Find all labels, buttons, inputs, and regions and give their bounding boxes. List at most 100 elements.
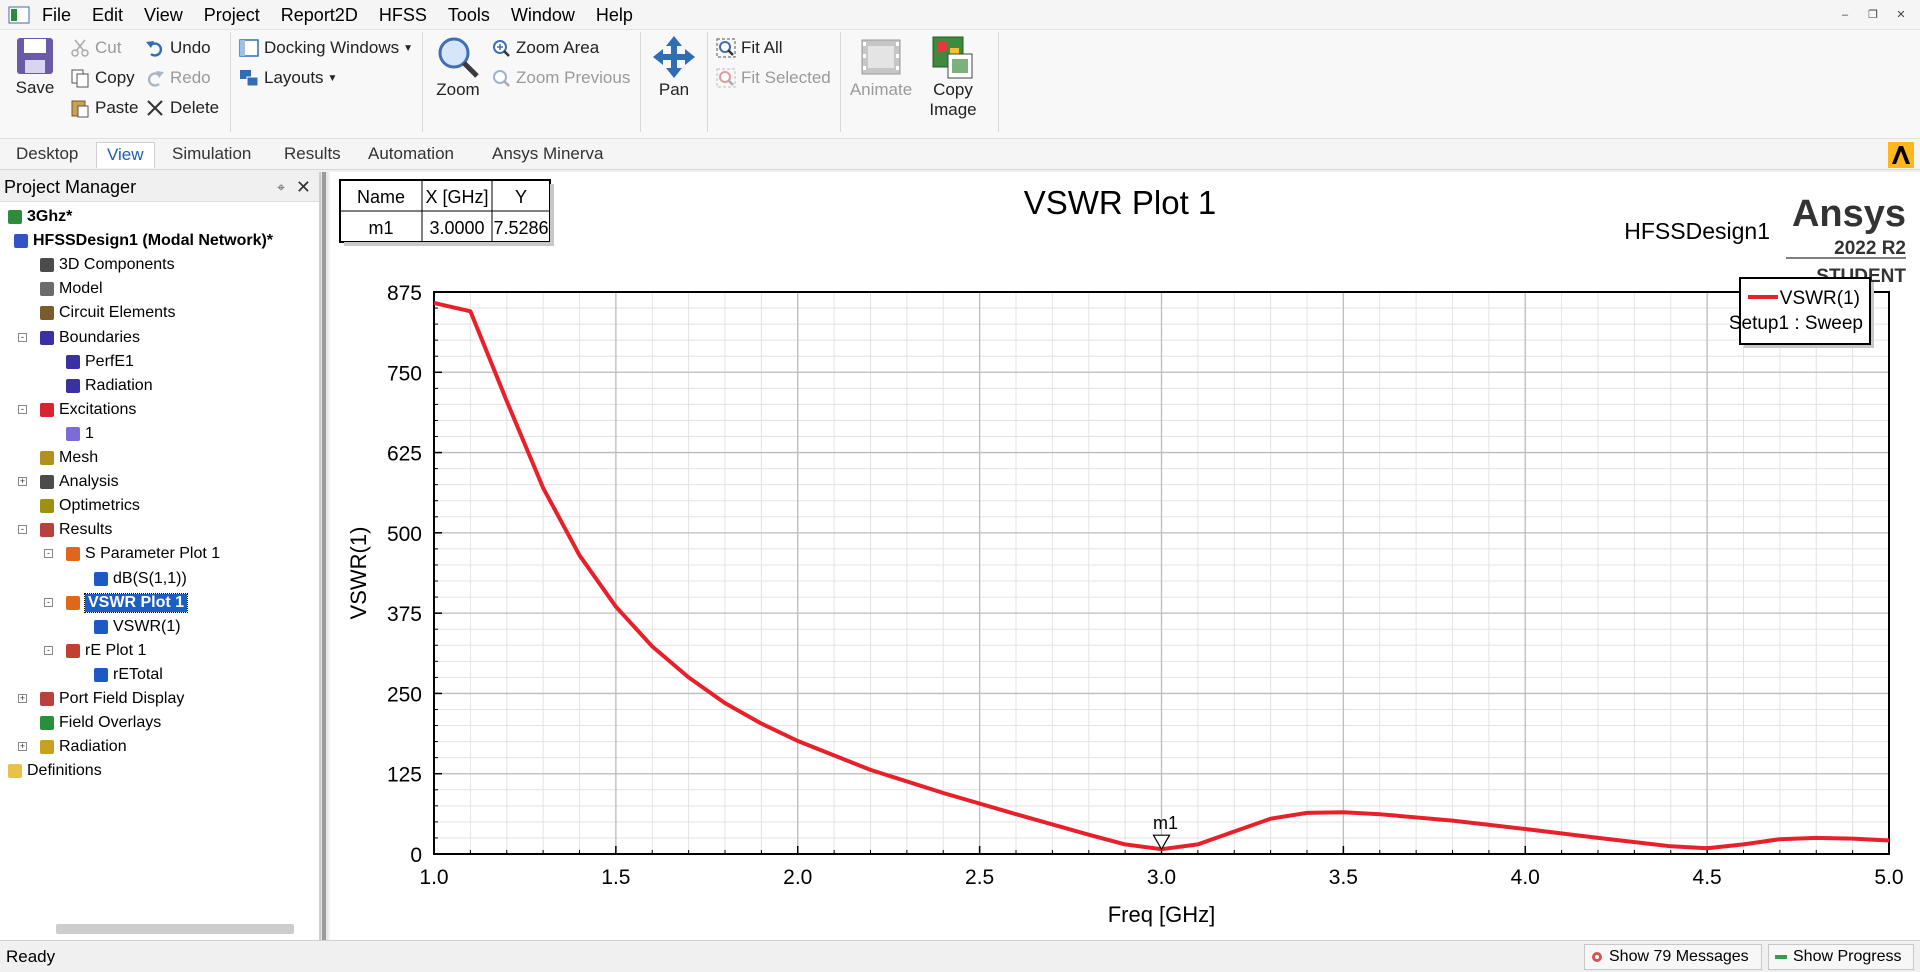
- tree-item[interactable]: Radiation: [40, 736, 127, 758]
- tree-item[interactable]: PerfE1: [66, 351, 134, 373]
- tab-results[interactable]: Results: [274, 142, 351, 168]
- pan-button[interactable]: Pan: [648, 34, 700, 100]
- close-window-button[interactable]: ✕: [1890, 5, 1912, 27]
- tree-item[interactable]: Model: [40, 278, 103, 300]
- menu-hfss[interactable]: HFSS: [379, 5, 427, 26]
- tree-item[interactable]: Results: [40, 519, 112, 541]
- save-button[interactable]: Save: [10, 34, 60, 98]
- tree-item[interactable]: S Parameter Plot 1: [66, 543, 220, 565]
- minimize-button[interactable]: –: [1834, 5, 1856, 27]
- paste-button[interactable]: Paste: [70, 96, 138, 120]
- ribbon-separator: [422, 32, 423, 132]
- x-tick-label: 1.5: [601, 866, 630, 889]
- close-icon[interactable]: ✕: [296, 172, 311, 202]
- undo-button[interactable]: Undo: [145, 36, 211, 60]
- horizontal-scrollbar[interactable]: [56, 924, 294, 934]
- x-tick-label: 3.0: [1147, 866, 1176, 889]
- delete-icon: [145, 98, 165, 118]
- splitter-handle[interactable]: [322, 172, 326, 940]
- vswr-chart[interactable]: Name X [GHz] Y m1 3.0000 7.5286 VSWR Plo…: [330, 172, 1920, 940]
- tree-node-icon: [40, 402, 54, 417]
- tree-item[interactable]: Excitations: [40, 399, 136, 421]
- tab-automation[interactable]: Automation: [358, 142, 464, 168]
- tree-item-label: Radiation: [59, 738, 127, 756]
- chart-legend[interactable]: VSWR(1) Setup1 : Sweep: [1729, 277, 1874, 348]
- fit-selected-button[interactable]: Fit Selected: [716, 66, 831, 90]
- expand-toggle-icon[interactable]: +: [18, 694, 27, 703]
- delete-button[interactable]: Delete: [145, 96, 219, 120]
- collapse-toggle-icon[interactable]: -: [44, 597, 53, 607]
- menu-project[interactable]: Project: [204, 5, 260, 26]
- menu-tools[interactable]: Tools: [448, 5, 490, 26]
- menu-file[interactable]: File: [42, 5, 71, 26]
- tree-item[interactable]: HFSSDesign1 (Modal Network)*: [14, 230, 273, 252]
- tree-item[interactable]: Analysis: [40, 471, 119, 493]
- show-progress-button[interactable]: Show Progress: [1768, 944, 1914, 970]
- tab-desktop[interactable]: Desktop: [6, 142, 88, 168]
- fit-all-icon: [716, 38, 736, 58]
- tab-ansys-minerva[interactable]: Ansys Minerva: [482, 142, 613, 168]
- tree-item[interactable]: Definitions: [8, 760, 102, 782]
- zoom-area-icon: [491, 38, 511, 58]
- collapse-toggle-icon[interactable]: -: [18, 525, 27, 535]
- animate-button[interactable]: Animate: [846, 34, 916, 100]
- tree-item[interactable]: VSWR Plot 1: [66, 592, 189, 614]
- menu-bar: File Edit View Project Report2D HFSS Too…: [0, 0, 1920, 30]
- menu-view[interactable]: View: [144, 5, 183, 26]
- docking-windows-button[interactable]: Docking Windows ▼: [239, 36, 413, 60]
- redo-button[interactable]: Redo: [145, 66, 211, 90]
- tree-item[interactable]: 1: [66, 423, 94, 445]
- tree-item[interactable]: Mesh: [40, 447, 98, 469]
- chart-marker[interactable]: m1: [1152, 813, 1178, 851]
- fit-all-button[interactable]: Fit All: [716, 36, 783, 60]
- tree-item[interactable]: Radiation: [66, 375, 153, 397]
- tree-item[interactable]: Field Overlays: [40, 712, 161, 734]
- tree-item-label: rETotal: [113, 665, 163, 683]
- undo-icon: [145, 38, 165, 58]
- x-tick-label: 4.5: [1693, 866, 1722, 889]
- tree-node-icon: [40, 523, 54, 538]
- menu-report2d[interactable]: Report2D: [281, 5, 358, 26]
- collapse-toggle-icon[interactable]: -: [44, 549, 53, 559]
- expand-toggle-icon[interactable]: +: [18, 477, 27, 487]
- menu-window[interactable]: Window: [511, 5, 575, 26]
- tree-item[interactable]: Port Field Display: [40, 688, 184, 710]
- zoom-previous-button[interactable]: Zoom Previous: [491, 66, 630, 90]
- restore-button[interactable]: ❐: [1862, 5, 1884, 27]
- tree-node-icon: [40, 306, 54, 321]
- pin-icon[interactable]: ⌖: [277, 172, 285, 202]
- tree-item-label: rE Plot 1: [85, 641, 147, 659]
- tab-simulation[interactable]: Simulation: [162, 142, 261, 168]
- tree-item[interactable]: rETotal: [94, 664, 163, 686]
- tree-item[interactable]: dB(S(1,1)): [94, 568, 187, 590]
- pan-arrows-icon: [653, 36, 695, 78]
- tree-item[interactable]: rE Plot 1: [66, 640, 146, 662]
- tree-item[interactable]: VSWR(1): [94, 616, 181, 638]
- collapse-toggle-icon[interactable]: -: [18, 404, 27, 414]
- copy-image-button[interactable]: Copy Image: [920, 34, 986, 120]
- tree-item[interactable]: Boundaries: [40, 327, 140, 349]
- expand-toggle-icon[interactable]: +: [18, 742, 27, 752]
- tree-item[interactable]: Circuit Elements: [40, 302, 175, 324]
- zoom-previous-icon: [491, 68, 511, 88]
- tab-view[interactable]: View: [96, 142, 155, 168]
- copy-button[interactable]: Copy: [70, 66, 135, 90]
- menu-edit[interactable]: Edit: [92, 5, 123, 26]
- zoom-button[interactable]: Zoom: [430, 34, 486, 100]
- tree-item-label: Radiation: [85, 376, 153, 394]
- ribbon-separator: [707, 32, 708, 132]
- tree-item[interactable]: 3Ghz*: [8, 206, 72, 228]
- cut-button[interactable]: Cut: [70, 36, 121, 60]
- collapse-toggle-icon[interactable]: -: [18, 332, 27, 342]
- show-messages-button[interactable]: Show 79 Messages: [1584, 944, 1762, 970]
- hfss-application-window: File Edit View Project Report2D HFSS Too…: [0, 0, 1920, 972]
- layouts-button[interactable]: Layouts ▼: [239, 66, 337, 90]
- fit-selected-icon: [716, 68, 736, 88]
- tree-item[interactable]: Optimetrics: [40, 495, 140, 517]
- tree-item[interactable]: 3D Components: [40, 254, 175, 276]
- menu-help[interactable]: Help: [596, 5, 633, 26]
- zoom-area-button[interactable]: Zoom Area: [491, 36, 599, 60]
- ansys-version-text: 2022 R2: [1834, 238, 1906, 259]
- x-tick-label: 1.0: [419, 866, 448, 889]
- collapse-toggle-icon[interactable]: -: [44, 645, 53, 655]
